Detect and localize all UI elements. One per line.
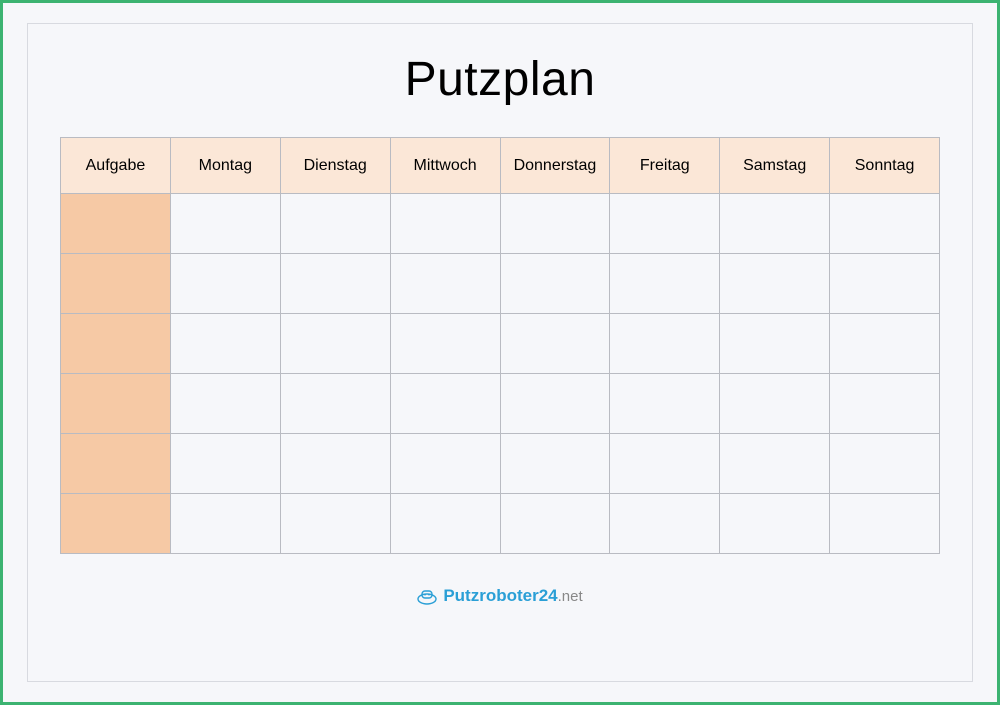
day-cell (500, 434, 610, 494)
task-cell (61, 434, 171, 494)
col-donnerstag: Donnerstag (500, 138, 610, 194)
day-cell (720, 194, 830, 254)
day-cell (390, 434, 500, 494)
task-cell (61, 494, 171, 554)
task-cell (61, 314, 171, 374)
day-cell (500, 494, 610, 554)
table-row (61, 374, 940, 434)
day-cell (390, 194, 500, 254)
sheet: Putzplan Aufgabe Montag Dienstag Mittwoc… (27, 23, 973, 682)
day-cell (830, 494, 940, 554)
day-cell (720, 374, 830, 434)
col-sonntag: Sonntag (830, 138, 940, 194)
day-cell (610, 494, 720, 554)
day-cell (390, 254, 500, 314)
col-aufgabe: Aufgabe (61, 138, 171, 194)
day-cell (610, 434, 720, 494)
day-cell (500, 374, 610, 434)
robot-icon (417, 586, 437, 606)
day-cell (610, 194, 720, 254)
day-cell (170, 314, 280, 374)
day-cell (720, 434, 830, 494)
page-title: Putzplan (60, 52, 940, 107)
table-row (61, 494, 940, 554)
day-cell (390, 374, 500, 434)
col-mittwoch: Mittwoch (390, 138, 500, 194)
day-cell (280, 254, 390, 314)
day-cell (830, 374, 940, 434)
day-cell (500, 194, 610, 254)
task-cell (61, 194, 171, 254)
day-cell (170, 374, 280, 434)
footer-brand: Putzroboter24.net (60, 586, 940, 606)
day-cell (170, 434, 280, 494)
day-cell (830, 254, 940, 314)
day-cell (390, 314, 500, 374)
table-row (61, 254, 940, 314)
brand-name: Putzroboter24 (443, 586, 557, 605)
col-freitag: Freitag (610, 138, 720, 194)
day-cell (720, 494, 830, 554)
day-cell (720, 314, 830, 374)
day-cell (170, 494, 280, 554)
day-cell (170, 254, 280, 314)
schedule-table: Aufgabe Montag Dienstag Mittwoch Donners… (60, 137, 940, 554)
day-cell (390, 494, 500, 554)
day-cell (610, 254, 720, 314)
table-row (61, 434, 940, 494)
brand-tld: .net (558, 588, 583, 605)
day-cell (280, 374, 390, 434)
day-cell (830, 434, 940, 494)
col-montag: Montag (170, 138, 280, 194)
col-samstag: Samstag (720, 138, 830, 194)
table-row (61, 194, 940, 254)
table-row (61, 314, 940, 374)
task-cell (61, 374, 171, 434)
task-cell (61, 254, 171, 314)
day-cell (610, 314, 720, 374)
day-cell (280, 314, 390, 374)
day-cell (170, 194, 280, 254)
header-row: Aufgabe Montag Dienstag Mittwoch Donners… (61, 138, 940, 194)
table-body (61, 194, 940, 554)
col-dienstag: Dienstag (280, 138, 390, 194)
day-cell (500, 254, 610, 314)
day-cell (610, 374, 720, 434)
day-cell (280, 434, 390, 494)
day-cell (830, 194, 940, 254)
day-cell (280, 194, 390, 254)
day-cell (280, 494, 390, 554)
day-cell (830, 314, 940, 374)
day-cell (500, 314, 610, 374)
day-cell (720, 254, 830, 314)
